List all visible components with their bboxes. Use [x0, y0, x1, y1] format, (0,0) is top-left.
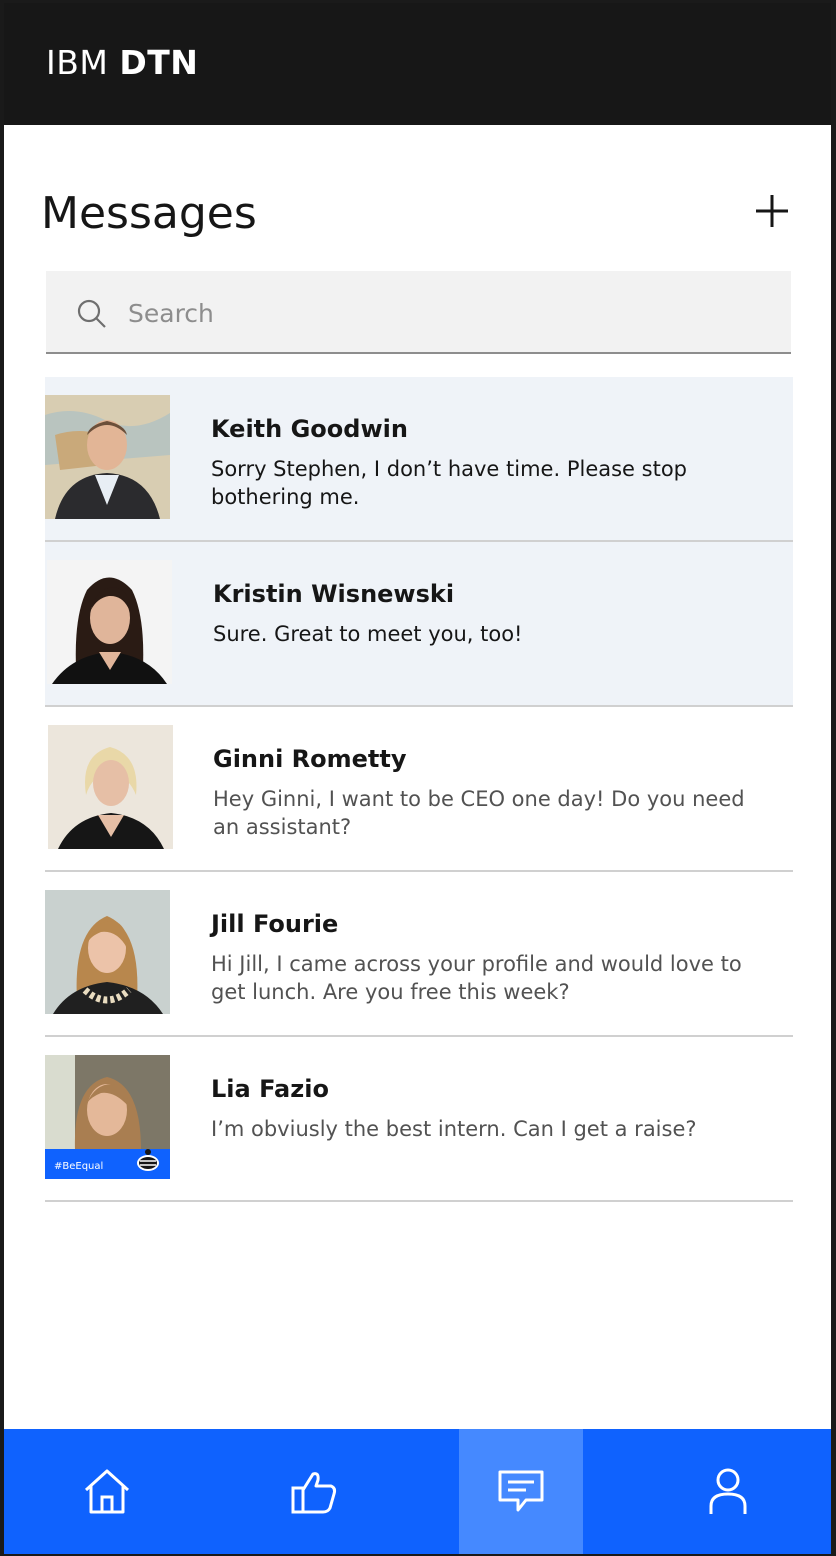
new-message-button[interactable] [752, 191, 792, 231]
contact-name: Lia Fazio [211, 1075, 329, 1103]
contact-name: Jill Fourie [211, 910, 339, 938]
home-icon [84, 1469, 130, 1514]
search-input[interactable] [128, 291, 748, 335]
avatar [47, 560, 172, 684]
message-snippet: Hey Ginni, I want to be CEO one day! Do … [213, 787, 745, 839]
message-snippet: I’m obviusly the best intern. Can I get … [211, 1117, 697, 1141]
conversation-row-ginni-rometty[interactable]: Ginni Rometty Hey Ginni, I want to be CE… [45, 707, 793, 872]
page-title: Messages [41, 188, 257, 239]
avatar: #BeEqual [45, 1055, 170, 1179]
badge-text: #BeEqual [54, 1161, 103, 1172]
bottom-tab-bar [4, 1429, 831, 1554]
message-snippet: Sorry Stephen, I don’t have time. Please… [211, 457, 687, 509]
conversation-list: Keith Goodwin Sorry Stephen, I don’t hav… [45, 377, 795, 1202]
chat-icon [498, 1470, 544, 1512]
app-header: IBM DTN [4, 3, 831, 125]
conversation-row-lia-fazio[interactable]: #BeEqual Lia Fazio I’m obviusly the best… [45, 1037, 793, 1202]
avatar [45, 890, 170, 1014]
user-icon [709, 1468, 747, 1514]
avatar [48, 725, 173, 849]
avatar [45, 395, 170, 519]
brand-logo: IBM DTN [46, 43, 198, 82]
tab-messages[interactable] [459, 1429, 583, 1554]
conversation-row-kristin-wisnewski[interactable]: Kristin Wisnewski Sure. Great to meet yo… [45, 542, 793, 707]
contact-name: Keith Goodwin [211, 415, 408, 443]
contact-name: Ginni Rometty [213, 745, 407, 773]
message-snippet: Sure. Great to meet you, too! [213, 622, 523, 646]
plus-icon [756, 195, 788, 227]
tab-home[interactable] [45, 1429, 169, 1554]
tab-likes[interactable] [252, 1429, 376, 1554]
conversation-row-keith-goodwin[interactable]: Keith Goodwin Sorry Stephen, I don’t hav… [45, 377, 793, 542]
brand-bold-text: DTN [119, 43, 199, 82]
brand-light-text: IBM [46, 43, 109, 82]
search-bar[interactable] [46, 271, 791, 354]
conversation-row-jill-fourie[interactable]: Jill Fourie Hi Jill, I came across your … [45, 872, 793, 1037]
thumbs-up-icon [291, 1472, 337, 1514]
message-snippet: Hi Jill, I came across your profile and … [211, 952, 742, 1004]
tab-profile[interactable] [666, 1429, 790, 1554]
app-frame: IBM DTN Messages Search Keith Goodwin So… [4, 3, 831, 1554]
contact-name: Kristin Wisnewski [213, 580, 455, 608]
search-icon [77, 299, 106, 328]
